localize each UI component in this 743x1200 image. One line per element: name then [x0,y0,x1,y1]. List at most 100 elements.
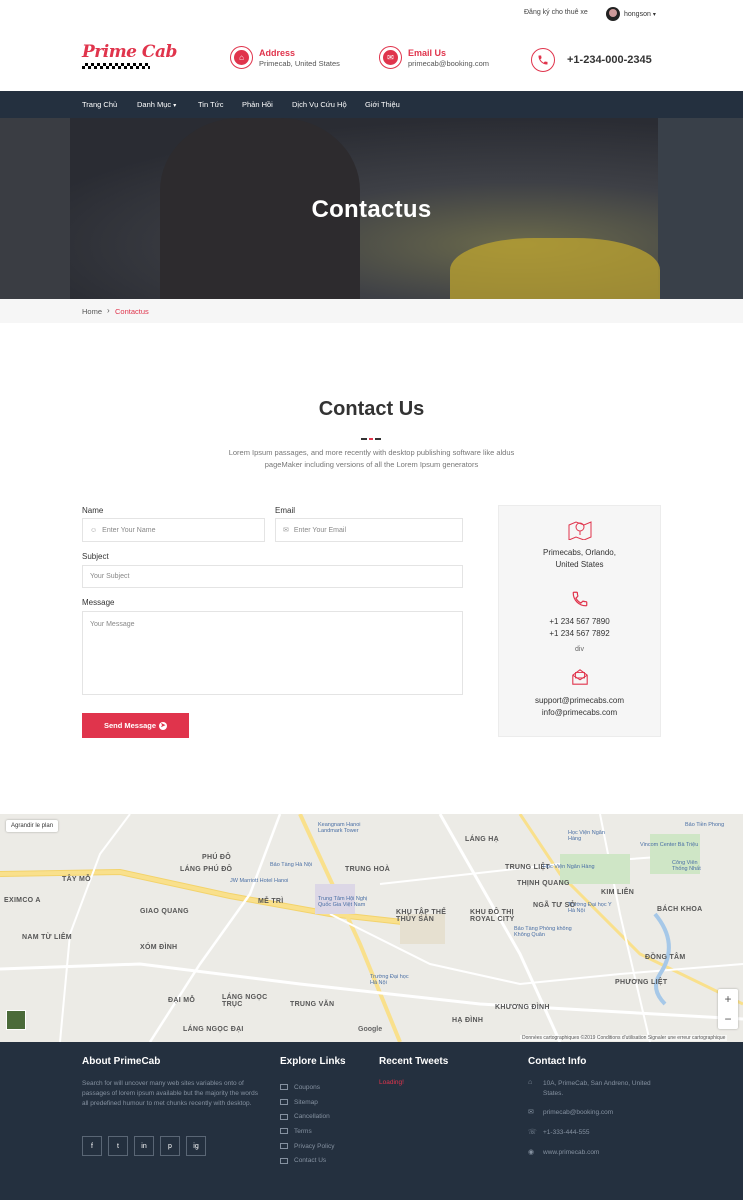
info-address: Primecabs, Orlando, United States [499,547,660,571]
header-phone: +1-234-000-2345 [531,48,652,72]
envelope-open-icon [499,668,660,686]
map-label: HẠ ĐÌNH [452,1017,484,1024]
footer-phone-text[interactable]: +1-333-444-555 [543,1128,663,1138]
envelope-icon: ✉ [283,527,289,534]
address-title: Address [259,47,296,58]
map-poi: Trung Tâm Hội Nghị Quốc Gia Việt Nam [318,896,368,908]
header-email: ✉ Email Us primecab@booking.com [379,46,489,69]
map-label: KHU ĐÔ THỊ ROYAL CITY [470,909,515,923]
info-email2[interactable]: info@primecabs.com [499,707,660,719]
home-icon: ⌂ [528,1079,533,1086]
checker-stripe [82,63,150,69]
map-label: LÁNG HẠ [465,836,499,843]
enlarge-map-button[interactable]: Agrandir le plan [6,820,59,832]
info-email1[interactable]: support@primecabs.com [499,695,660,707]
map-label: LÁNG NGỌC ĐẠI [183,1026,244,1033]
footer-link-sitemap[interactable]: Sitemap [280,1095,334,1110]
folder-icon [280,1128,288,1135]
footer-tweets-title: Recent Tweets [379,1056,449,1067]
zoom-in-button[interactable]: + [718,989,738,1009]
phone-square-icon: ☏ [528,1129,537,1136]
header-phone-number[interactable]: +1-234-000-2345 [567,54,652,66]
footer-web-text[interactable]: www.primecab.com [543,1148,663,1158]
nav-item-categories[interactable]: Danh Mục ▾ [137,100,176,109]
map-label: PHƯƠNG LIỆT [615,979,668,986]
twitter-icon[interactable]: t [108,1136,128,1156]
mail-icon: ✉ [379,46,402,69]
info-phone1[interactable]: +1 234 567 7890 [499,616,660,628]
pinterest-icon[interactable]: p [160,1136,180,1156]
subject-field[interactable]: Your Subject [82,565,463,588]
footer-link-contact[interactable]: Contact Us [280,1153,334,1168]
user-menu[interactable]: hongson ▾ [606,7,656,21]
map-poi: Trường Đại học Hà Nội [370,974,409,986]
address-value: Primecab, United States [259,58,340,68]
info-phone2[interactable]: +1 234 567 7892 [499,628,660,640]
message-label: Message [82,598,115,607]
phone-icon [531,48,555,72]
map-poi: Vincom Center Bà Triệu [640,842,699,848]
footer-links-title: Explore Links [280,1056,346,1067]
chevron-right-icon: › [107,306,110,315]
map-label: BÁCH KHOA [657,906,703,913]
folder-icon [280,1099,288,1106]
email-placeholder: Enter Your Email [293,526,347,534]
map-label: LÁNG PHÚ ĐÔ [180,866,233,873]
name-field[interactable]: ☺ Enter Your Name [82,518,265,542]
footer-email-text[interactable]: primecab@booking.com [543,1108,663,1118]
name-placeholder: Enter Your Name [102,526,156,534]
tweets-loading: Loading! [379,1079,404,1086]
username: hongson [624,10,651,18]
map-label: ĐỒNG TÂM [645,954,686,961]
map-label: EXIMCO A [4,897,41,904]
zoom-controls: + − [718,989,738,1029]
subject-label: Subject [82,552,109,561]
satellite-toggle[interactable] [6,1010,26,1030]
map-poi: JW Marriott Hotel Hanoi [230,878,289,884]
globe-icon: ◉ [528,1149,535,1156]
map-poi: Trường Đại học Y Hà Nội [568,902,612,914]
footer-link-cancellation[interactable]: Cancellation [280,1109,334,1124]
hero-taxi [450,238,660,299]
breadcrumb-home[interactable]: Home [82,307,102,316]
footer-links: Coupons Sitemap Cancellation Terms Priva… [280,1080,334,1168]
nav-item-home[interactable]: Trang Chủ [82,100,117,109]
nav-item-feedback[interactable]: Phản Hồi [242,100,273,109]
map-label: PHÚ ĐÔ [202,854,232,861]
email-value: primecab@booking.com [408,58,489,68]
map-attribution[interactable]: Données cartographiques ©2019 Conditions… [520,1035,728,1041]
logo[interactable]: Prime Cab [82,42,177,69]
footer-contact-title: Contact Info [528,1056,587,1067]
logo-text: Prime Cab [82,42,177,62]
title-divider [361,430,381,440]
top-bar: Đăng ký cho thuê xe hongson ▾ [0,0,743,28]
map-poi: Bảo Tàng Hà Nội [270,862,313,868]
footer-link-label: Terms [294,1127,312,1135]
facebook-icon[interactable]: f [82,1136,102,1156]
nav-item-news[interactable]: Tin Tức [198,100,223,109]
name-label: Name [82,506,104,515]
map-label: KHU TẬP THỂ THỦY SẢN [396,909,447,923]
footer-link-terms[interactable]: Terms [280,1124,334,1139]
nav-item-rescue[interactable]: Dịch Vụ Cứu Hộ [292,100,347,109]
footer-link-label: Contact Us [294,1157,327,1165]
register-link[interactable]: Đăng ký cho thuê xe [524,9,588,16]
avatar [606,7,620,21]
message-placeholder: Your Message [90,621,135,628]
email-field[interactable]: ✉ Enter Your Email [275,518,463,542]
footer-link-coupons[interactable]: Coupons [280,1080,334,1095]
footer-link-label: Cancellation [294,1113,330,1121]
linkedin-icon[interactable]: in [134,1136,154,1156]
instagram-icon[interactable]: ig [186,1136,206,1156]
email-title: Email Us [408,47,447,58]
map-label: ĐẠI MỖ [168,997,196,1004]
footer-link-privacy[interactable]: Privacy Policy [280,1139,334,1154]
map[interactable]: Agrandir le plan TRUNG HOÀ TRUNG LIỆT LÁ… [0,814,743,1042]
send-message-button[interactable]: Send Message ➤ [82,713,189,738]
map-label: GIAO QUANG [140,908,189,915]
main-nav: Trang Chủ Danh Mục ▾ Tin Tức Phản Hồi Dị… [0,91,743,118]
message-field[interactable]: Your Message [82,611,463,695]
nav-item-categories-label: Danh Mục [137,100,172,109]
zoom-out-button[interactable]: − [718,1009,738,1029]
nav-item-about[interactable]: Giới Thiệu [365,100,400,109]
